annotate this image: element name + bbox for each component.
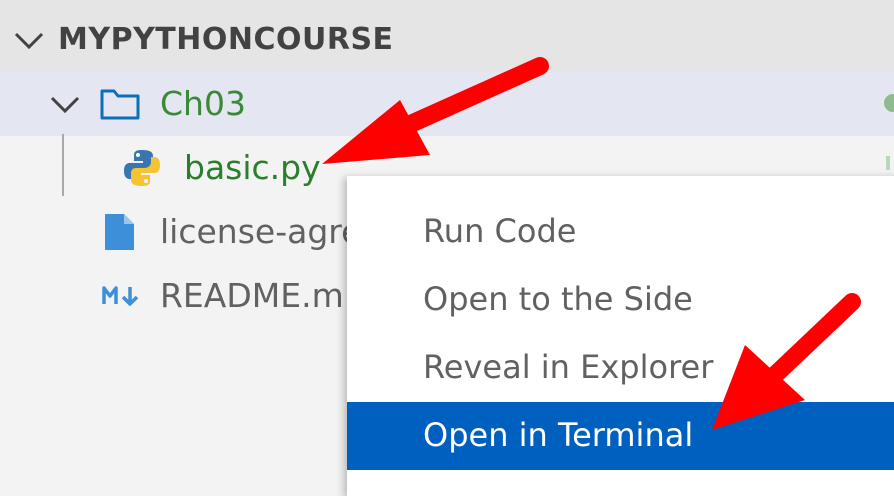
- annotation-arrow-open-in-terminal: [712, 293, 861, 430]
- annotation-arrows: [322, 57, 861, 430]
- annotation-arrow-basic-py: [322, 57, 549, 164]
